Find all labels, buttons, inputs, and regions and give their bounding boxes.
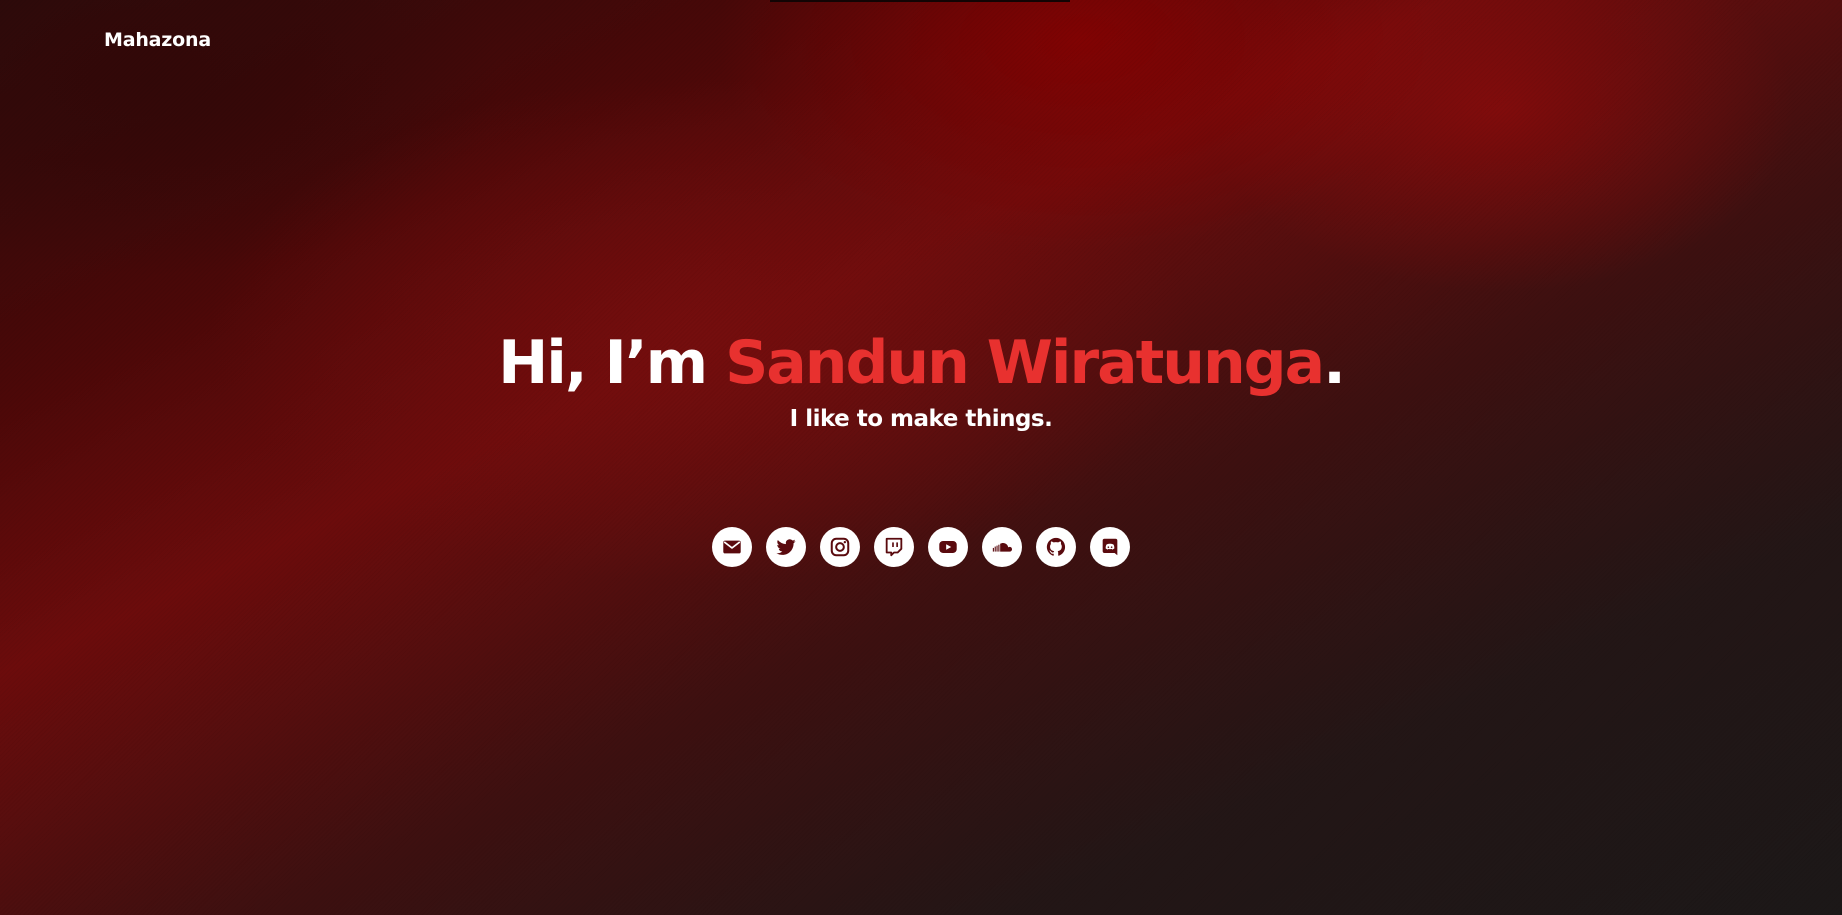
email-icon <box>721 536 743 558</box>
tagline: I like to make things. <box>789 406 1053 432</box>
github-icon <box>1045 536 1067 558</box>
twitch-icon <box>883 536 905 558</box>
name-highlight: Sandun Wiratunga <box>725 328 1325 398</box>
email-link[interactable] <box>712 527 752 567</box>
discord-link[interactable] <box>1090 527 1130 567</box>
greeting-text: Hi, I’m <box>498 328 726 398</box>
hero-section: Hi, I’m Sandun Wiratunga. I like to make… <box>0 328 1842 434</box>
twitter-icon <box>775 536 797 558</box>
twitch-link[interactable] <box>874 527 914 567</box>
youtube-icon <box>937 536 959 558</box>
hero-headline: Hi, I’m Sandun Wiratunga. <box>0 328 1842 398</box>
discord-icon <box>1099 536 1121 558</box>
social-links <box>0 527 1842 567</box>
top-edge-bar <box>770 0 1070 2</box>
youtube-link[interactable] <box>928 527 968 567</box>
page-background: Mahazona Hi, I’m Sandun Wiratunga. I lik… <box>0 0 1842 915</box>
twitter-link[interactable] <box>766 527 806 567</box>
soundcloud-icon <box>991 536 1013 558</box>
soundcloud-link[interactable] <box>982 527 1022 567</box>
headline-period: . <box>1323 328 1346 398</box>
instagram-link[interactable] <box>820 527 860 567</box>
brand-logo-link[interactable]: Mahazona <box>104 29 211 51</box>
instagram-icon <box>829 536 851 558</box>
github-link[interactable] <box>1036 527 1076 567</box>
